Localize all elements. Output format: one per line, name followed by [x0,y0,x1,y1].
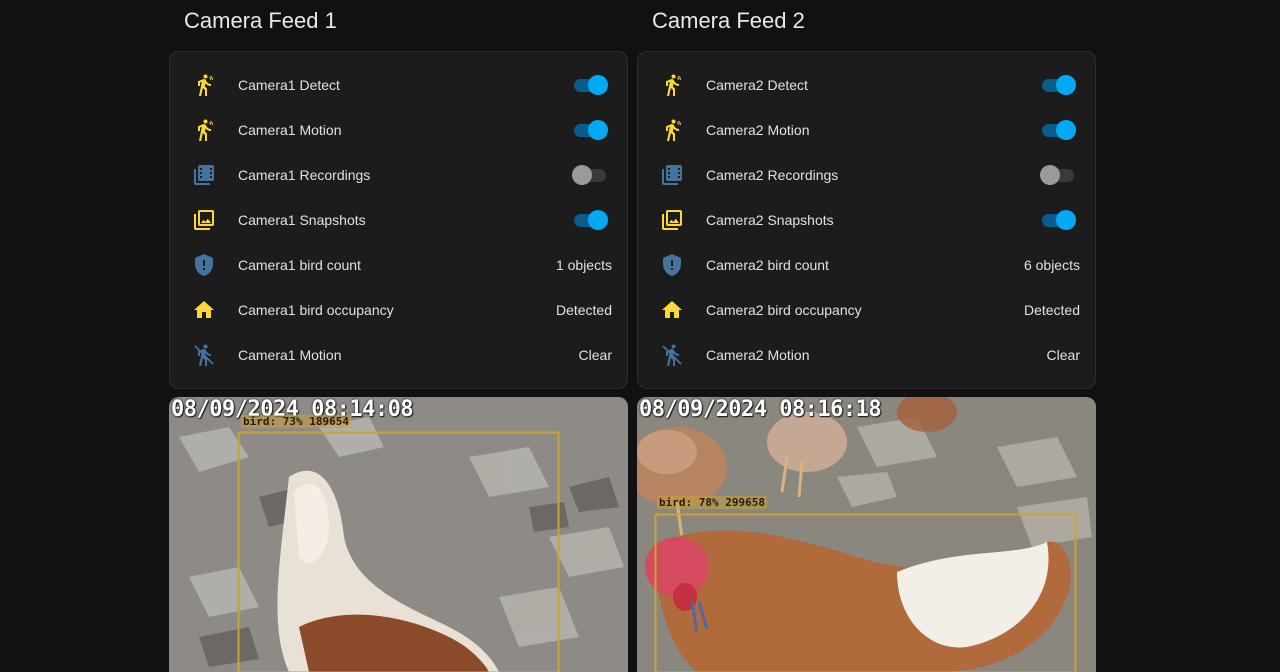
camera1-recordings-toggle[interactable] [572,164,608,185]
camera2-recordings-row[interactable]: Camera2 Recordings [638,152,1095,197]
camera2-recordings-toggle[interactable] [1040,164,1076,185]
camera1-snapshots-label: Camera1 Snapshots [238,211,366,228]
camera-feed-1-column: Camera Feed 1 Camera1 Detect Camera1 Mot… [169,0,628,389]
camera1-bird-count-row[interactable]: Camera1 bird count 1 objects [170,242,627,287]
motion-play-icon [660,73,684,97]
motion-play-icon [192,118,216,142]
camera2-snapshot-scene [637,397,1096,672]
camera2-bird-count-value: 6 objects [1023,256,1080,273]
camera1-motion-sensor-row[interactable]: Camera1 Motion Clear [170,332,627,377]
camera1-snapshot-scene [169,397,628,672]
camera1-motion-sensor-label: Camera1 Motion [238,346,342,363]
motion-off-icon [192,343,216,367]
motion-play-icon [660,118,684,142]
camera2-recordings-label: Camera2 Recordings [706,166,839,183]
shield-alert-icon [192,253,216,277]
camera2-snapshots-toggle[interactable] [1040,209,1076,230]
camera2-bird-occupancy-row[interactable]: Camera2 bird occupancy Detected [638,287,1095,332]
camera1-snapshots-row[interactable]: Camera1 Snapshots [170,197,627,242]
camera2-snapshots-row[interactable]: Camera2 Snapshots [638,197,1095,242]
camera2-detection-label: bird: 78% 299658 [657,496,767,509]
camera1-detect-label: Camera1 Detect [238,76,340,93]
camera1-recordings-row[interactable]: Camera1 Recordings [170,152,627,197]
motion-play-icon [192,73,216,97]
camera2-snapshot-timestamp: 08/09/2024 08:16:18 [639,397,882,422]
camera2-motion-sensor-value: Clear [1046,346,1080,363]
camera1-bird-count-label: Camera1 bird count [238,256,361,273]
filmstrip-box-multiple-icon [192,163,216,187]
camera2-motion-sensor-row[interactable]: Camera2 Motion Clear [638,332,1095,377]
camera2-detect-label: Camera2 Detect [706,76,808,93]
camera2-motion-row[interactable]: Camera2 Motion [638,107,1095,152]
camera1-detect-row[interactable]: Camera1 Detect [170,62,627,107]
camera2-bird-occupancy-label: Camera2 bird occupancy [706,301,862,318]
home-icon [192,298,216,322]
camera-feed-1-title: Camera Feed 1 [184,8,337,33]
camera1-motion-toggle[interactable] [572,119,608,140]
image-multiple-icon [192,208,216,232]
camera-feed-2-entities-card: Camera2 Detect Camera2 Motion Camera2 Re… [637,51,1096,389]
camera1-motion-row[interactable]: Camera1 Motion [170,107,627,152]
home-icon [660,298,684,322]
camera1-snapshots-toggle[interactable] [572,209,608,230]
camera2-bird-count-row[interactable]: Camera2 bird count 6 objects [638,242,1095,287]
camera2-bird-count-label: Camera2 bird count [706,256,829,273]
camera1-snapshot-image[interactable]: 08/09/2024 08:14:08 bird: 73% 189654 [169,397,628,672]
camera1-detect-toggle[interactable] [572,74,608,95]
camera2-motion-label: Camera2 Motion [706,121,810,138]
camera-feed-2-column: Camera Feed 2 Camera2 Detect Camera2 Mot… [637,0,1096,389]
camera1-bird-occupancy-label: Camera1 bird occupancy [238,301,394,318]
camera1-recordings-label: Camera1 Recordings [238,166,371,183]
camera1-bird-occupancy-value: Detected [555,301,612,318]
motion-off-icon [660,343,684,367]
shield-alert-icon [660,253,684,277]
camera1-motion-sensor-value: Clear [578,346,612,363]
camera2-motion-toggle[interactable] [1040,119,1076,140]
camera1-bird-occupancy-row[interactable]: Camera1 bird occupancy Detected [170,287,627,332]
camera1-detection-label: bird: 73% 189654 [241,415,351,428]
camera2-detect-toggle[interactable] [1040,74,1076,95]
camera-feed-1-entities-card: Camera1 Detect Camera1 Motion Camera1 Re… [169,51,628,389]
camera1-motion-label: Camera1 Motion [238,121,342,138]
camera2-bird-occupancy-value: Detected [1023,301,1080,318]
camera1-bird-count-value: 1 objects [555,256,612,273]
camera2-motion-sensor-label: Camera2 Motion [706,346,810,363]
camera-feed-2-title: Camera Feed 2 [652,8,805,33]
image-multiple-icon [660,208,684,232]
camera2-snapshot-image[interactable]: 08/09/2024 08:16:18 bird: 78% 299658 [637,397,1096,672]
camera2-snapshots-label: Camera2 Snapshots [706,211,834,228]
camera2-detect-row[interactable]: Camera2 Detect [638,62,1095,107]
filmstrip-box-multiple-icon [660,163,684,187]
